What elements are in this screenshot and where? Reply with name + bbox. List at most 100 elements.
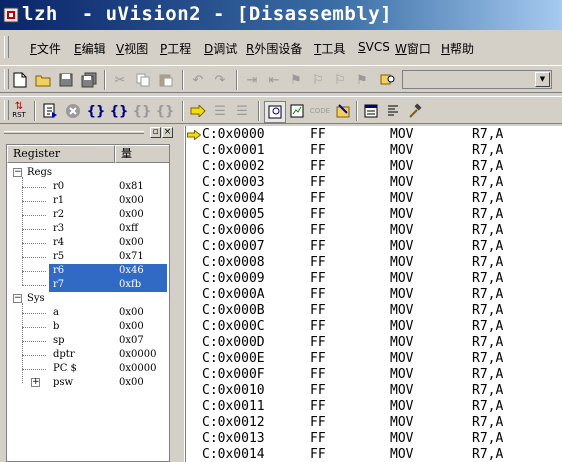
title-bar[interactable]: lzh - uVision2 - [Disassembly] — [0, 0, 562, 30]
menu-item-4[interactable]: D调试 — [204, 40, 237, 57]
run-to-cursor-icon[interactable]: {} — [155, 101, 175, 121]
collapse-icon[interactable]: − — [13, 168, 22, 177]
breakpoint-disable-icon[interactable]: ☰ — [232, 101, 252, 121]
register-value[interactable]: 0xff — [117, 222, 167, 236]
value-column-header[interactable]: 量 — [115, 145, 169, 163]
register-value[interactable]: 0x71 — [117, 250, 167, 264]
bookmark-clear-icon[interactable]: ⚑ — [352, 70, 372, 90]
build-icon[interactable] — [405, 101, 425, 121]
register-row-r4[interactable]: r4 0x00 — [7, 236, 169, 250]
disassembly-line[interactable]: C:0x0008 FF MOV R7,A — [186, 255, 562, 271]
panel-close-icon[interactable]: × — [162, 127, 173, 138]
combo-dropdown-icon[interactable]: ▼ — [535, 72, 550, 87]
undo-icon[interactable]: ↶ — [188, 70, 208, 90]
register-row-r2[interactable]: r2 0x00 — [7, 208, 169, 222]
step-over-icon[interactable]: {} — [109, 101, 129, 121]
register-value[interactable]: 0x00 — [117, 320, 167, 334]
disassembly-line[interactable]: C:0x0014 FF MOV R7,A — [186, 447, 562, 462]
menubar-grip[interactable] — [4, 36, 9, 58]
indent-icon[interactable]: ⇥ — [242, 70, 262, 90]
register-value[interactable]: 0x00 — [117, 208, 167, 222]
register-row-r0[interactable]: r0 0x81 — [7, 180, 169, 194]
register-value[interactable]: 0x0000 — [117, 348, 167, 362]
register-value[interactable]: 0x00 — [117, 194, 167, 208]
panel-restore-icon[interactable]: ▫ — [150, 127, 161, 138]
code-coverage-icon[interactable]: CODE — [310, 101, 330, 121]
disassembly-line[interactable]: C:0x0009 FF MOV R7,A — [186, 271, 562, 287]
disassembly-window[interactable]: C:0x0000 FF MOV R7,A C:0x0001 FF MOV R7,A C:0x00… — [186, 126, 562, 462]
menu-item-6[interactable]: T工具 — [314, 40, 345, 57]
show-pc-icon[interactable] — [188, 101, 208, 121]
register-column-header[interactable]: Register — [7, 145, 115, 163]
register-row-r5[interactable]: r5 0x71 — [7, 250, 169, 264]
register-value[interactable]: 0x00 — [117, 306, 167, 320]
save-all-icon[interactable] — [79, 70, 99, 90]
reset-icon[interactable]: ⇅ RST — [9, 101, 29, 121]
outdent-icon[interactable]: ⇤ — [264, 70, 284, 90]
register-row-a[interactable]: a 0x00 — [7, 306, 169, 320]
menu-item-3[interactable]: P工程 — [160, 40, 191, 57]
disassembly-line[interactable]: C:0x0003 FF MOV R7,A — [186, 175, 562, 191]
disassembly-line[interactable]: C:0x0012 FF MOV R7,A — [186, 415, 562, 431]
disassembly-line[interactable]: C:0x0001 FF MOV R7,A — [186, 143, 562, 159]
save-icon[interactable] — [56, 70, 76, 90]
register-value[interactable]: 0x46 — [117, 264, 167, 278]
disassembly-line[interactable]: C:0x000C FF MOV R7,A — [186, 319, 562, 335]
run-icon[interactable] — [40, 101, 60, 121]
register-row-dptr[interactable]: dptr 0x0000 — [7, 348, 169, 362]
disassembly-icon[interactable] — [264, 101, 286, 123]
memory-icon[interactable] — [361, 101, 381, 121]
watch-icon[interactable] — [287, 101, 307, 121]
disassembly-line[interactable]: C:0x0000 FF MOV R7,A — [186, 127, 562, 143]
register-value[interactable]: 0x07 — [117, 334, 167, 348]
register-value[interactable]: 0xfb — [117, 278, 167, 292]
disassembly-line[interactable]: C:0x000B FF MOV R7,A — [186, 303, 562, 319]
disassembly-line[interactable]: C:0x000A FF MOV R7,A — [186, 287, 562, 303]
register-row-r7[interactable]: r7 0xfb — [7, 278, 169, 292]
disassembly-line[interactable]: C:0x000E FF MOV R7,A — [186, 351, 562, 367]
open-folder-icon[interactable] — [33, 70, 53, 90]
step-out-icon[interactable]: {} — [132, 101, 152, 121]
bookmark-next-icon[interactable]: ⚐ — [308, 70, 328, 90]
disassembly-line[interactable]: C:0x0013 FF MOV R7,A — [186, 431, 562, 447]
copy-icon[interactable] — [133, 70, 153, 90]
disassembly-line[interactable]: C:0x0004 FF MOV R7,A — [186, 191, 562, 207]
performance-icon[interactable] — [333, 101, 353, 121]
regs-group[interactable]: − Regs — [7, 166, 169, 180]
sys-group[interactable]: − Sys — [7, 292, 169, 306]
disassembly-line[interactable]: C:0x0002 FF MOV R7,A — [186, 159, 562, 175]
register-value[interactable]: 0x00 — [117, 376, 167, 390]
register-row-pc[interactable]: PC $ 0x0000 — [7, 362, 169, 376]
disassembly-line[interactable]: C:0x0011 FF MOV R7,A — [186, 399, 562, 415]
toolbox-icon[interactable] — [383, 101, 403, 121]
register-value[interactable]: 0x00 — [117, 236, 167, 250]
menu-item-0[interactable]: F文件 — [30, 40, 61, 57]
disassembly-line[interactable]: C:0x000F FF MOV R7,A — [186, 367, 562, 383]
disassembly-line[interactable]: C:0x0010 FF MOV R7,A — [186, 383, 562, 399]
menu-item-2[interactable]: V视图 — [116, 40, 148, 57]
step-into-icon[interactable]: {} — [86, 101, 106, 121]
new-file-icon[interactable] — [10, 70, 30, 90]
menu-item-9[interactable]: H帮助 — [441, 40, 474, 57]
disassembly-line[interactable]: C:0x000D FF MOV R7,A — [186, 335, 562, 351]
register-row-r3[interactable]: r3 0xff — [7, 222, 169, 236]
menu-item-7[interactable]: SVCS — [358, 40, 390, 54]
collapse-icon[interactable]: − — [13, 294, 22, 303]
disassembly-line[interactable]: C:0x0006 FF MOV R7,A — [186, 223, 562, 239]
register-value[interactable]: 0x81 — [117, 180, 167, 194]
paste-icon[interactable] — [156, 70, 176, 90]
uvision-app-icon[interactable] — [3, 7, 19, 23]
menu-item-8[interactable]: W窗口 — [395, 40, 431, 57]
register-row-sp[interactable]: sp 0x07 — [7, 334, 169, 348]
expand-icon[interactable]: + — [31, 378, 40, 387]
breakpoint-icon[interactable]: ☰ — [210, 101, 230, 121]
register-value[interactable]: 0x0000 — [117, 362, 167, 376]
redo-icon[interactable]: ↷ — [210, 70, 230, 90]
stop-icon[interactable] — [63, 101, 83, 121]
find-in-files-icon[interactable] — [378, 70, 398, 90]
bookmark-toggle-icon[interactable]: ⚑ — [286, 70, 306, 90]
menu-item-1[interactable]: E编辑 — [74, 40, 106, 57]
menu-item-5[interactable]: R外围设备 — [246, 40, 302, 57]
register-row-psw[interactable]: + psw 0x00 — [7, 376, 169, 390]
bookmark-prev-icon[interactable]: ⚐ — [330, 70, 350, 90]
